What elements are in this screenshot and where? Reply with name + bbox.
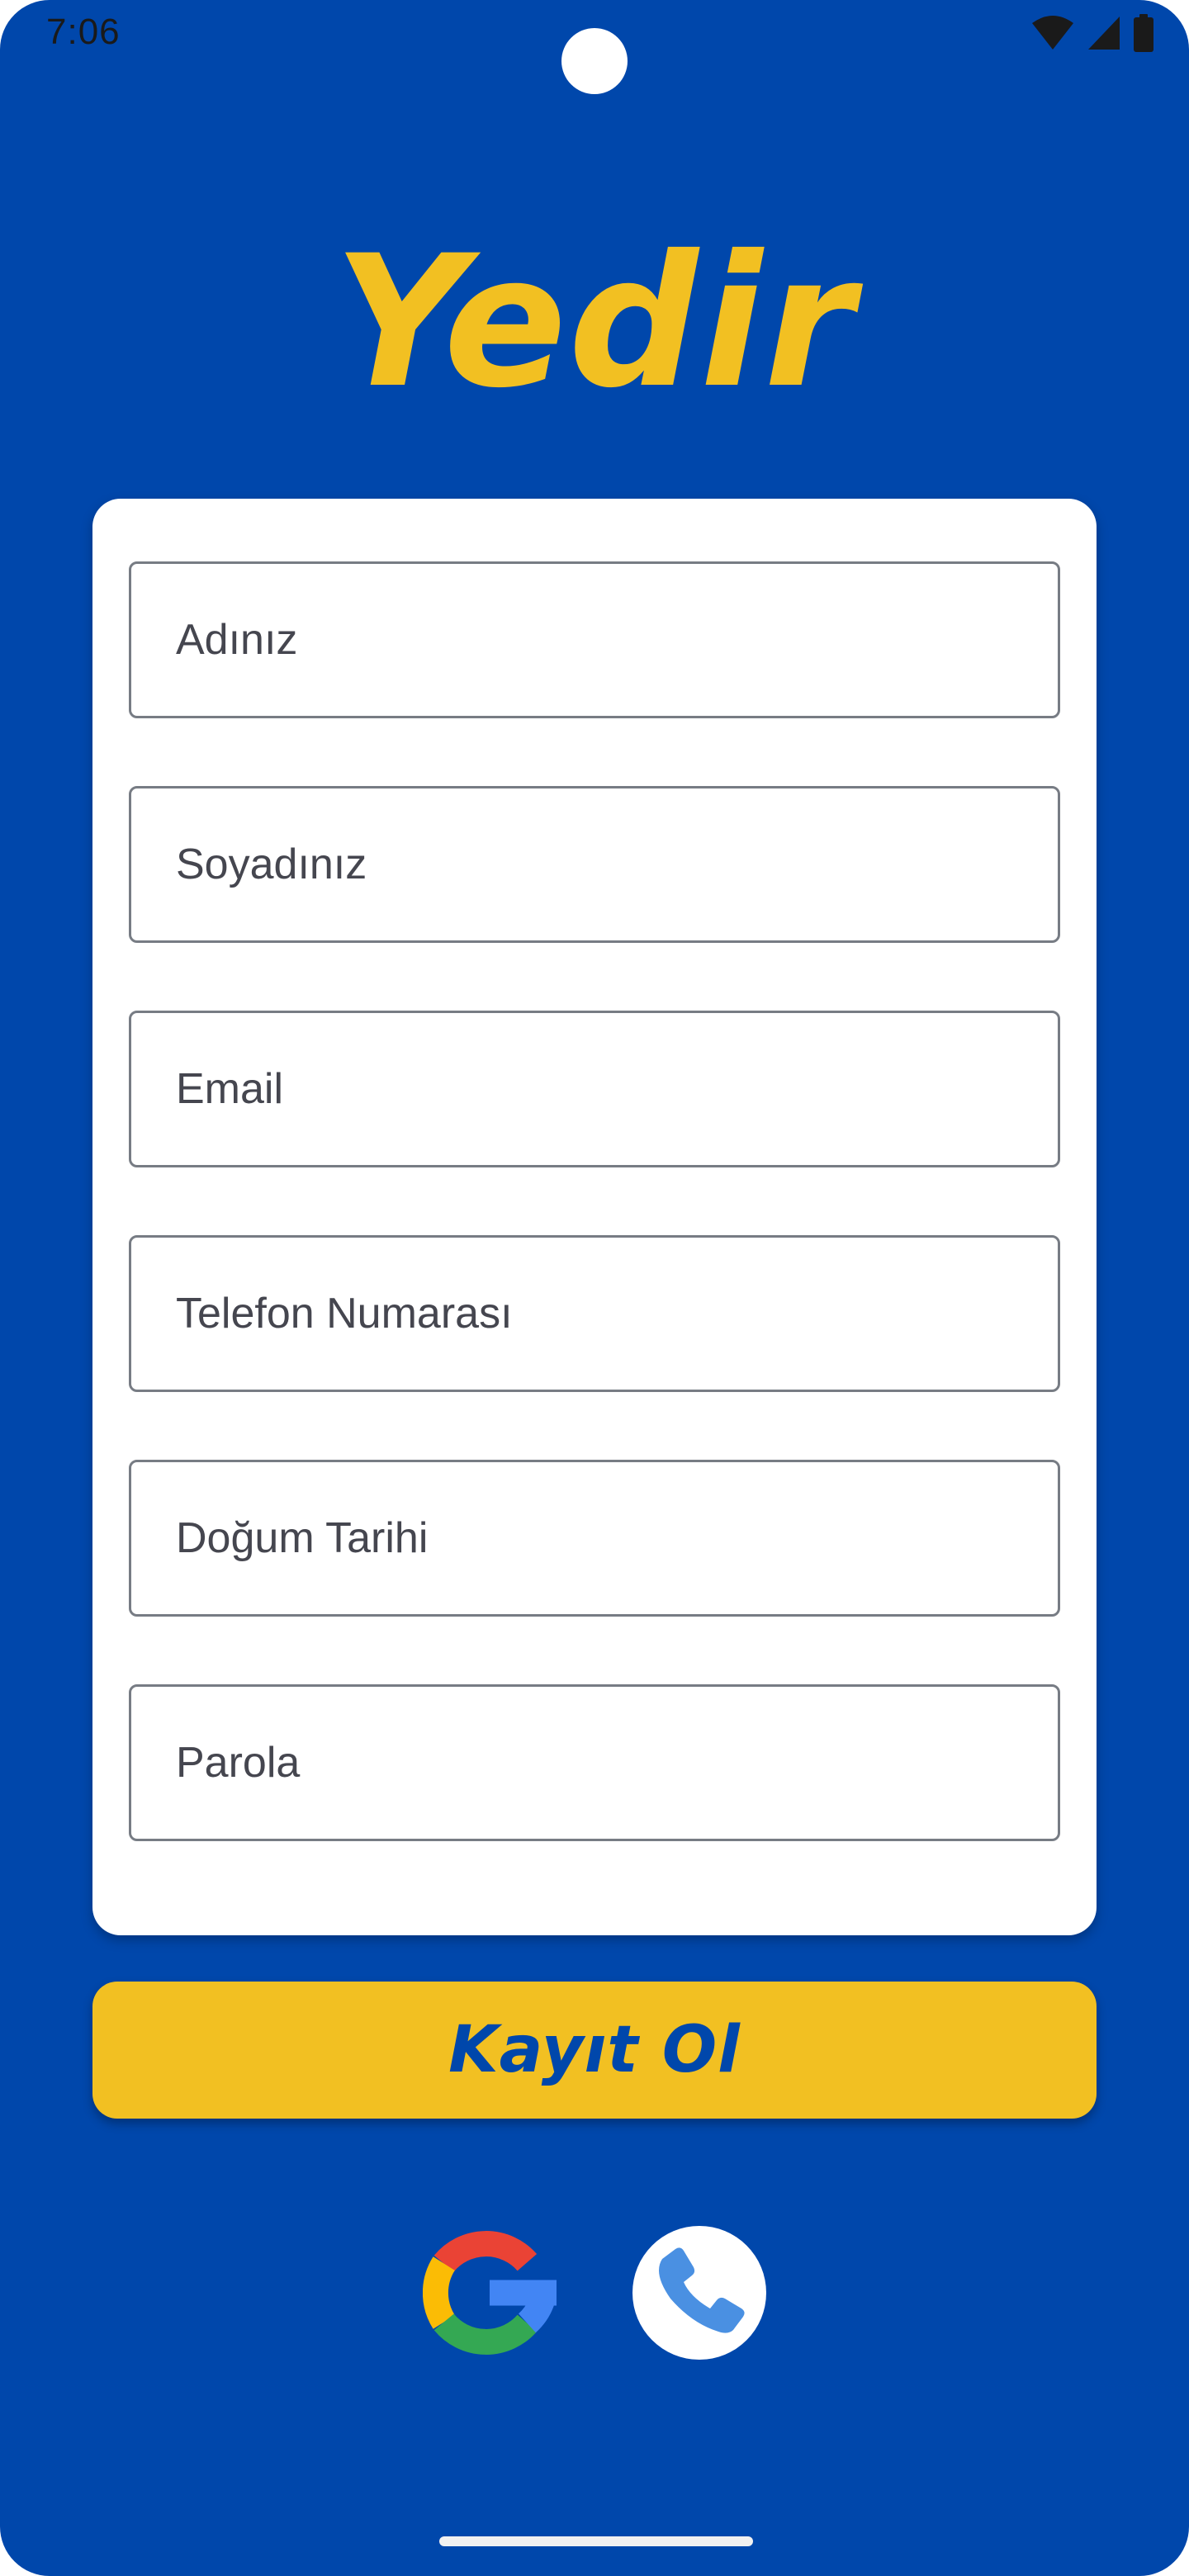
password-field bbox=[129, 1684, 1060, 1841]
phone-number-field bbox=[129, 1235, 1060, 1392]
google-icon bbox=[422, 2231, 557, 2363]
home-indicator[interactable] bbox=[439, 2536, 753, 2546]
status-time: 7:06 bbox=[46, 12, 121, 52]
brand-logo-text: Yedir bbox=[334, 216, 855, 428]
first-name-field bbox=[129, 561, 1060, 718]
camera-cutout bbox=[561, 28, 628, 94]
app-screen: 7:06 Yedir Adınız Soyadınız Email Telefo… bbox=[0, 0, 1189, 2576]
signup-form-card bbox=[92, 499, 1097, 1935]
google-login-button[interactable] bbox=[422, 2226, 557, 2363]
register-button-label: Kayıt Ol bbox=[448, 2013, 741, 2087]
wifi-icon bbox=[1030, 15, 1075, 51]
battery-icon bbox=[1133, 14, 1154, 52]
birth-date-input[interactable] bbox=[131, 1462, 1058, 1614]
phone-login-button[interactable] bbox=[632, 2226, 766, 2360]
first-name-input[interactable] bbox=[131, 564, 1058, 716]
last-name-input[interactable] bbox=[131, 788, 1058, 940]
email-input[interactable] bbox=[131, 1013, 1058, 1165]
cell-signal-icon bbox=[1087, 15, 1121, 51]
password-input[interactable] bbox=[131, 1687, 1058, 1839]
status-icons bbox=[1030, 13, 1154, 53]
phone-number-input[interactable] bbox=[131, 1238, 1058, 1390]
birth-date-field bbox=[129, 1460, 1060, 1617]
email-field bbox=[129, 1011, 1060, 1167]
phone-icon bbox=[632, 2247, 766, 2363]
last-name-field bbox=[129, 786, 1060, 943]
register-button[interactable]: Kayıt Ol bbox=[92, 1982, 1097, 2119]
